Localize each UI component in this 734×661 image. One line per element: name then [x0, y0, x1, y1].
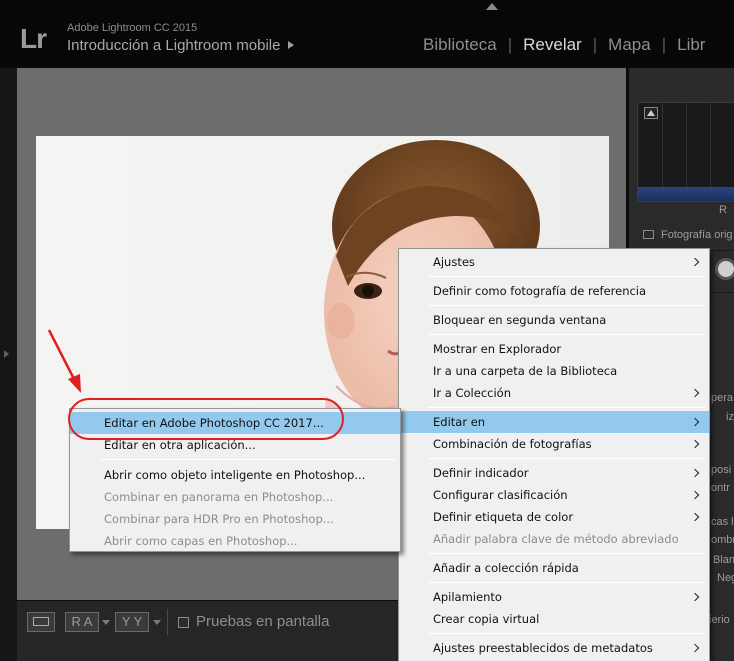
annotation-arrow	[47, 329, 81, 393]
lightroom-window: Lr Adobe Lightroom CC 2015 Introducción …	[0, 0, 734, 661]
